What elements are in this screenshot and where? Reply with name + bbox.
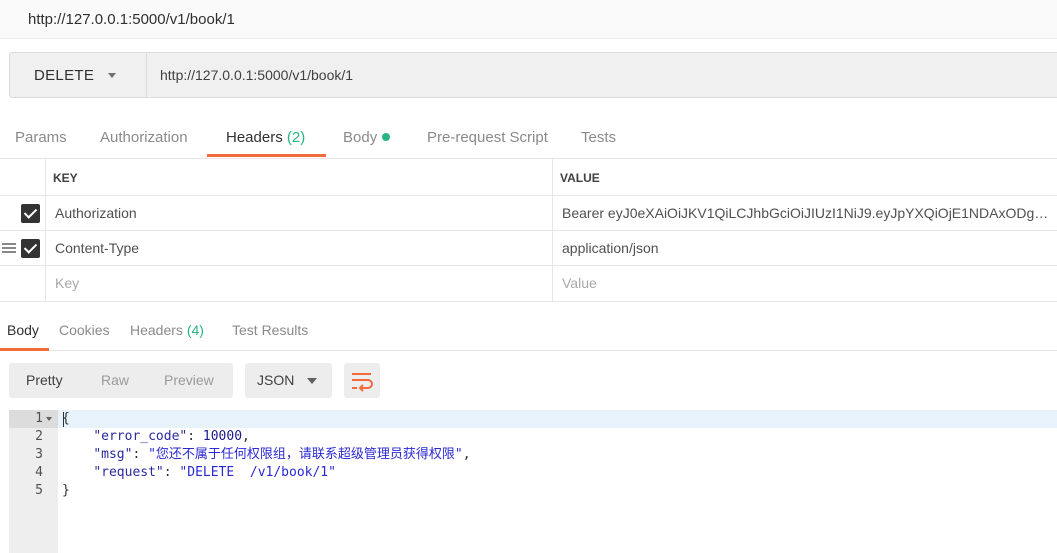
active-response-tab-indicator <box>0 348 49 351</box>
tab-test-results-label: Test Results <box>232 322 309 338</box>
code-line: "msg": "您还不属于任何权限组，请联系超级管理员获得权限", <box>93 447 471 462</box>
row-checkbox-cell <box>0 196 46 230</box>
tab-cookies-label: Cookies <box>59 322 110 338</box>
value-cell[interactable]: Bearer eyJ0eXAiOiJKV1QiLCJhbGciOiJIUzI1N… <box>553 196 1057 230</box>
method-dropdown[interactable]: DELETE <box>10 53 147 97</box>
format-dropdown[interactable]: JSON <box>245 363 332 398</box>
tab-authorization-label: Authorization <box>100 129 188 146</box>
table-row: Authorization Bearer eyJ0eXAiOiJKV1QiLCJ… <box>0 196 1057 231</box>
tab-cookies[interactable]: Cookies <box>59 322 110 338</box>
close-brace: } <box>62 483 70 498</box>
json-string: "您还不属于任何权限组，请联系超级管理员获得权限" <box>148 447 463 462</box>
view-preview-button[interactable]: Preview <box>164 372 214 388</box>
key-placeholder: Key <box>55 275 80 291</box>
tab-headers-label: Headers <box>226 129 283 146</box>
line-number: 4 <box>35 465 43 480</box>
active-line-highlight <box>58 410 1057 428</box>
body-status-dot-icon <box>382 133 391 141</box>
tab-tests-label: Tests <box>581 129 617 146</box>
tab-body-label: Body <box>343 129 378 146</box>
line-number: 2 <box>35 429 43 444</box>
tab-authorization[interactable]: Authorization <box>100 129 188 146</box>
tab-body[interactable]: Body <box>343 129 391 146</box>
code-line: "error_code": 10000, <box>93 429 250 444</box>
wrap-lines-icon <box>352 373 373 392</box>
value-cell[interactable]: application/json <box>553 231 1057 265</box>
new-value-input[interactable]: Value <box>553 266 1057 301</box>
row-checkbox[interactable] <box>21 204 40 223</box>
header-key: Authorization <box>55 205 137 221</box>
tab-headers-count: (2) <box>286 129 306 146</box>
tab-pre-request-label: Pre-request Script <box>427 129 548 146</box>
json-key: "request" <box>93 465 164 480</box>
key-cell[interactable]: Content-Type <box>46 231 553 265</box>
value-placeholder: Value <box>562 275 597 291</box>
checkbox-column-header <box>0 159 46 195</box>
url-value: http://127.0.0.1:5000/v1/book/1 <box>160 67 354 83</box>
header-value: Bearer eyJ0eXAiOiJKV1QiLCJhbGciOiJIUzI1N… <box>562 205 1052 221</box>
tab-response-headers-label: Headers <box>130 322 183 338</box>
json-number: 10000 <box>202 429 243 444</box>
row-checkbox-cell <box>0 266 46 301</box>
code-line: } <box>62 482 70 500</box>
view-mode-switch: Pretty Raw Preview <box>9 363 233 398</box>
value-column-header: VALUE <box>553 159 1057 195</box>
window-title: http://127.0.0.1:5000/v1/book/1 <box>28 11 235 28</box>
fold-arrow-icon[interactable] <box>46 417 52 421</box>
row-checkbox-cell <box>0 231 46 265</box>
tab-headers[interactable]: Headers (2) <box>226 129 305 146</box>
json-string: "DELETE /v1/book/1" <box>179 465 336 480</box>
table-row: Content-Type application/json <box>0 231 1057 266</box>
tab-response-headers[interactable]: Headers (4) <box>130 322 204 338</box>
value-header-label: VALUE <box>560 171 600 185</box>
wrap-lines-button[interactable] <box>344 363 380 398</box>
request-tabs: Params Authorization Headers (2) Body Pr… <box>0 120 1057 159</box>
method-label: DELETE <box>34 67 95 84</box>
tab-pre-request-script[interactable]: Pre-request Script <box>427 129 548 146</box>
table-row-new: Key Value <box>0 266 1057 302</box>
chevron-down-icon <box>307 378 317 384</box>
code-line: "request": "DELETE /v1/book/1" <box>93 465 336 480</box>
active-tab-indicator <box>207 154 326 157</box>
key-column-header: KEY <box>46 159 553 195</box>
tab-params-label: Params <box>15 129 67 146</box>
json-key: "error_code" <box>93 429 188 444</box>
tab-response-body[interactable]: Body <box>7 322 39 338</box>
headers-table-header: KEY VALUE <box>0 159 1057 196</box>
response-body-editor[interactable]: 1 2 3 4 5 { "error_code": 10000, "msg": … <box>9 410 1057 553</box>
title-bar: http://127.0.0.1:5000/v1/book/1 <box>0 0 1057 39</box>
line-number: 5 <box>35 483 43 498</box>
response-tabs: Body Cookies Headers (4) Test Results <box>0 312 1057 351</box>
drag-handle-icon[interactable] <box>2 243 16 253</box>
tab-response-headers-count: (4) <box>186 322 204 338</box>
url-input[interactable]: http://127.0.0.1:5000/v1/book/1 <box>147 53 1057 97</box>
key-header-label: KEY <box>53 171 78 185</box>
line-number: 3 <box>35 447 43 462</box>
text-cursor <box>63 412 64 427</box>
row-checkbox[interactable] <box>21 239 40 258</box>
key-cell[interactable]: Authorization <box>46 196 553 230</box>
view-pretty-button[interactable]: Pretty <box>26 372 63 388</box>
tab-response-body-label: Body <box>7 322 39 338</box>
header-key: Content-Type <box>55 240 140 256</box>
headers-table: KEY VALUE Authorization Bearer eyJ0eXAiO… <box>0 159 1057 302</box>
new-key-input[interactable]: Key <box>46 266 553 301</box>
view-raw-button[interactable]: Raw <box>101 372 129 388</box>
tab-tests[interactable]: Tests <box>581 129 616 146</box>
line-number: 1 <box>35 411 43 426</box>
header-value: application/json <box>562 240 659 256</box>
tab-test-results[interactable]: Test Results <box>232 322 308 338</box>
chevron-down-icon <box>108 73 116 78</box>
request-url-bar: DELETE http://127.0.0.1:5000/v1/book/1 <box>9 52 1057 98</box>
format-label: JSON <box>257 372 295 388</box>
tab-params[interactable]: Params <box>15 129 67 146</box>
json-key: "msg" <box>93 447 133 462</box>
